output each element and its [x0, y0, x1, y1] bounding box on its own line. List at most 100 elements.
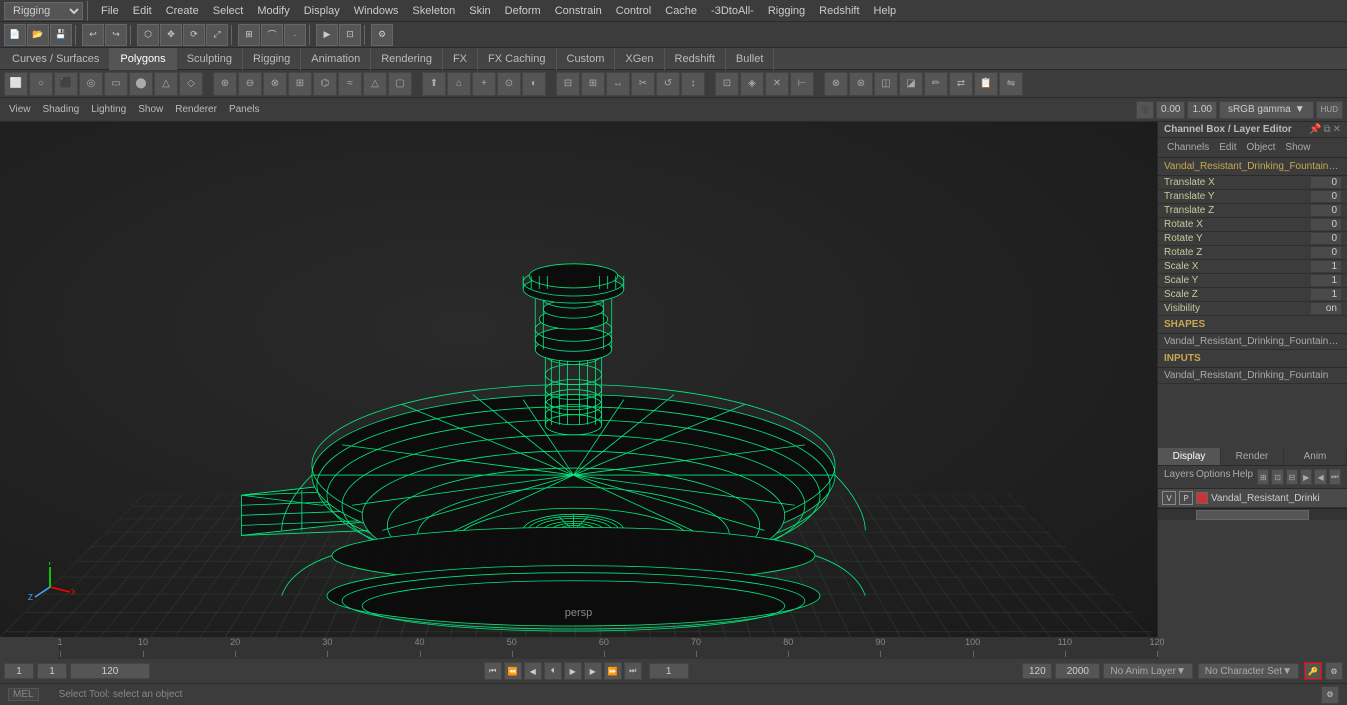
- rotate-y-row[interactable]: Rotate Y 0: [1158, 232, 1347, 246]
- menu-item--3dtoall-[interactable]: -3DtoAll-: [705, 3, 760, 19]
- scale-z-row[interactable]: Scale Z 1: [1158, 288, 1347, 302]
- max-frame-input[interactable]: [1055, 663, 1100, 679]
- scale-btn[interactable]: ⤢: [206, 24, 228, 46]
- rotate-z-row[interactable]: Rotate Z 0: [1158, 246, 1347, 260]
- torus-btn[interactable]: ◎: [79, 72, 103, 96]
- tab-xgen[interactable]: XGen: [615, 48, 664, 70]
- hud-btn[interactable]: HUD: [1316, 101, 1343, 119]
- anim-tab[interactable]: Anim: [1284, 448, 1347, 465]
- snap-point-btn[interactable]: ·: [284, 24, 306, 46]
- play-back-btn[interactable]: ⏴: [544, 662, 562, 680]
- average-btn[interactable]: ≈: [338, 72, 362, 96]
- step-forward-btn[interactable]: ⏩: [604, 662, 622, 680]
- translate-x-row[interactable]: Translate X 0: [1158, 176, 1347, 190]
- status-settings-btn[interactable]: ⚙: [1321, 686, 1339, 704]
- scale-y-row[interactable]: Scale Y 1: [1158, 274, 1347, 288]
- rotate-btn[interactable]: ⟳: [183, 24, 205, 46]
- sphere-btn[interactable]: ○: [29, 72, 53, 96]
- menu-item-windows[interactable]: Windows: [348, 3, 405, 19]
- viewport[interactable]: persp X Y Z: [0, 122, 1157, 637]
- prism-btn[interactable]: ◇: [179, 72, 203, 96]
- menu-item-constrain[interactable]: Constrain: [549, 3, 608, 19]
- rotate-z-value[interactable]: 0: [1311, 247, 1341, 258]
- append-btn[interactable]: +: [472, 72, 496, 96]
- rotate-x-value[interactable]: 0: [1311, 219, 1341, 230]
- inputs-value[interactable]: Vandal_Resistant_Drinking_Fountain: [1158, 368, 1347, 384]
- mirror-btn[interactable]: ⇋: [999, 72, 1023, 96]
- undo-btn[interactable]: ↩: [82, 24, 104, 46]
- tab-custom[interactable]: Custom: [557, 48, 616, 70]
- layer-visibility-toggle[interactable]: V: [1162, 491, 1176, 505]
- snap-grid-btn[interactable]: ⊞: [238, 24, 260, 46]
- extrude-btn[interactable]: ⬆: [422, 72, 446, 96]
- layer-next-btn[interactable]: ▶: [1300, 469, 1312, 485]
- tab-animation[interactable]: Animation: [301, 48, 371, 70]
- menu-item-control[interactable]: Control: [610, 3, 657, 19]
- delete-edge-btn[interactable]: ✕: [765, 72, 789, 96]
- ipr-btn[interactable]: ⊡: [339, 24, 361, 46]
- visibility-value[interactable]: on: [1311, 303, 1341, 314]
- bridge-btn[interactable]: ⌂: [447, 72, 471, 96]
- tab-curves-surfaces[interactable]: Curves / Surfaces: [2, 48, 110, 70]
- disk-btn[interactable]: ⬤: [129, 72, 153, 96]
- menu-item-skin[interactable]: Skin: [463, 3, 496, 19]
- layer-playback-toggle[interactable]: P: [1179, 491, 1193, 505]
- help-menu-item[interactable]: Help: [1232, 469, 1253, 485]
- frame-counter[interactable]: 1: [649, 663, 689, 679]
- cylinder-btn[interactable]: ⬛: [54, 72, 78, 96]
- menu-item-select[interactable]: Select: [207, 3, 250, 19]
- right-panel-scrollbar[interactable]: [1158, 508, 1347, 520]
- panels-menu-btn[interactable]: Panels: [224, 103, 265, 116]
- plane-btn[interactable]: ▭: [104, 72, 128, 96]
- offset-edge-btn[interactable]: ⊞: [581, 72, 605, 96]
- open-file-btn[interactable]: 📂: [27, 24, 49, 46]
- translate-y-value[interactable]: 0: [1311, 191, 1341, 202]
- merge-btn[interactable]: ⊡: [715, 72, 739, 96]
- save-file-btn[interactable]: 💾: [50, 24, 72, 46]
- flip-edge-btn[interactable]: ↕: [681, 72, 705, 96]
- menu-item-display[interactable]: Display: [298, 3, 346, 19]
- visibility-row[interactable]: Visibility on: [1158, 302, 1347, 316]
- scale-z-value[interactable]: 1: [1311, 289, 1341, 300]
- move-btn[interactable]: ✥: [160, 24, 182, 46]
- shapes-value[interactable]: Vandal_Resistant_Drinking_Fountain_0...: [1158, 334, 1347, 350]
- scale-x-value[interactable]: 1: [1311, 261, 1341, 272]
- mode-dropdown[interactable]: Rigging Modeling Sculpting Animation: [4, 2, 83, 20]
- value-input-1[interactable]: 0.00: [1156, 101, 1185, 119]
- renderer-menu-btn[interactable]: Renderer: [170, 103, 222, 116]
- menu-item-rigging[interactable]: Rigging: [762, 3, 811, 19]
- translate-y-row[interactable]: Translate Y 0: [1158, 190, 1347, 204]
- timeline-ruler[interactable]: 1102030405060708090100110120: [60, 637, 1157, 659]
- layer-options-btn[interactable]: ⊡: [1271, 469, 1283, 485]
- extract-btn[interactable]: ⊗: [263, 72, 287, 96]
- anim-layer-dropdown[interactable]: No Anim Layer▼: [1103, 663, 1193, 679]
- tab-bullet[interactable]: Bullet: [726, 48, 775, 70]
- layer-color-swatch[interactable]: [1196, 492, 1208, 504]
- char-set-dropdown[interactable]: No Character Set▼: [1198, 663, 1299, 679]
- skip-back-btn[interactable]: ⏮: [484, 662, 502, 680]
- menu-item-redshift[interactable]: Redshift: [813, 3, 865, 19]
- collapse-btn[interactable]: ◈: [740, 72, 764, 96]
- settings-btn[interactable]: ⚙: [371, 24, 393, 46]
- mel-label[interactable]: MEL: [8, 688, 39, 701]
- next-frame-btn[interactable]: ▶: [584, 662, 602, 680]
- menu-item-deform[interactable]: Deform: [499, 3, 547, 19]
- cube-btn[interactable]: ⬜: [4, 72, 28, 96]
- layer-prev-btn[interactable]: ◀: [1314, 469, 1326, 485]
- transfer-btn[interactable]: ⇄: [949, 72, 973, 96]
- step-back-btn[interactable]: ⏪: [504, 662, 522, 680]
- menu-item-help[interactable]: Help: [868, 3, 903, 19]
- select-btn[interactable]: ⬡: [137, 24, 159, 46]
- scrollbar-thumb[interactable]: [1196, 510, 1309, 520]
- cut-faces-btn[interactable]: ✂: [631, 72, 655, 96]
- auto-key-btn[interactable]: 🔑: [1304, 662, 1322, 680]
- spin-edge-btn[interactable]: ↺: [656, 72, 680, 96]
- redo-btn[interactable]: ↪: [105, 24, 127, 46]
- smooth-btn[interactable]: ⌬: [313, 72, 337, 96]
- create-layer-btn[interactable]: ⊞: [1257, 469, 1269, 485]
- translate-x-value[interactable]: 0: [1311, 177, 1341, 188]
- crease-btn[interactable]: ⊢: [790, 72, 814, 96]
- separate-btn[interactable]: ⊖: [238, 72, 262, 96]
- cone-btn[interactable]: △: [154, 72, 178, 96]
- slide-edge-btn[interactable]: ↔: [606, 72, 630, 96]
